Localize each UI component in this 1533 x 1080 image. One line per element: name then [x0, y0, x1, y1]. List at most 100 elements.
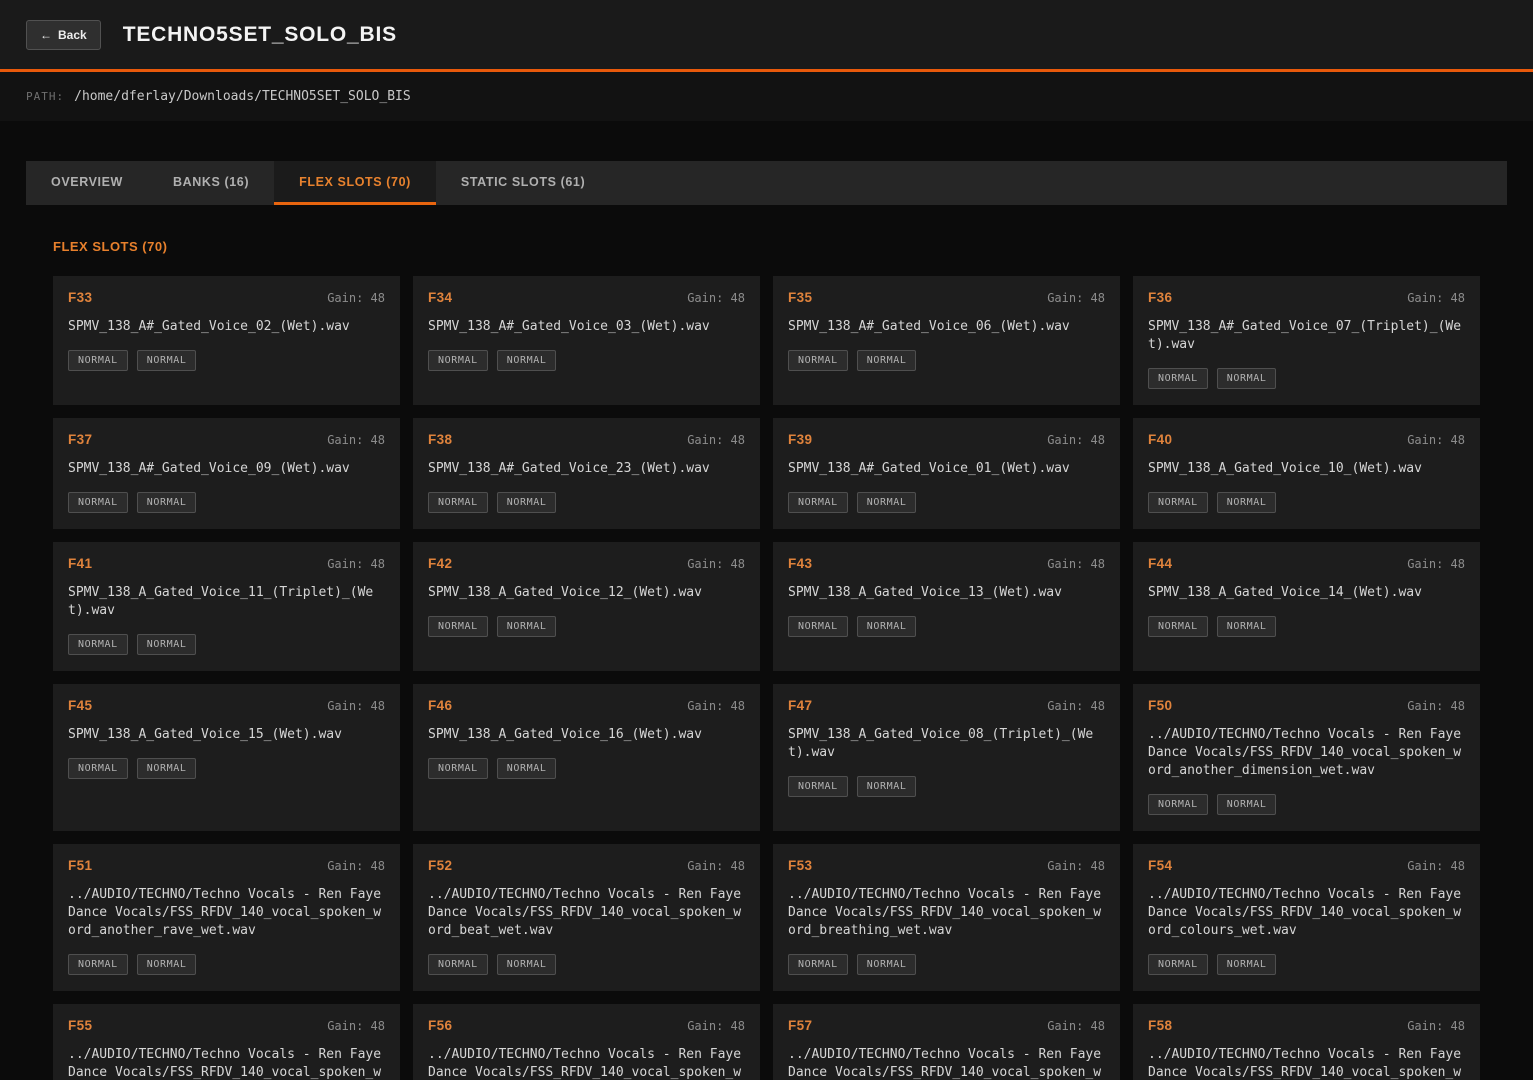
slot-filename: SPMV_138_A_Gated_Voice_10_(Wet).wav [1148, 460, 1465, 478]
flex-slot-card[interactable]: F35 Gain: 48 SPMV_138_A#_Gated_Voice_06_… [773, 276, 1120, 405]
flex-slot-card[interactable]: F55 Gain: 48 ../AUDIO/TECHNO/Techno Voca… [53, 1004, 400, 1080]
normal-badge: NORMAL [68, 954, 128, 975]
flex-slot-card[interactable]: F57 Gain: 48 ../AUDIO/TECHNO/Techno Voca… [773, 1004, 1120, 1080]
slot-id: F56 [428, 1018, 452, 1033]
slot-gain: Gain: 48 [327, 859, 385, 873]
flex-slot-card[interactable]: F51 Gain: 48 ../AUDIO/TECHNO/Techno Voca… [53, 844, 400, 991]
flex-slot-card[interactable]: F54 Gain: 48 ../AUDIO/TECHNO/Techno Voca… [1133, 844, 1480, 991]
slot-id: F47 [788, 698, 812, 713]
flex-slot-card[interactable]: F38 Gain: 48 SPMV_138_A#_Gated_Voice_23_… [413, 418, 760, 529]
slot-filename: SPMV_138_A_Gated_Voice_14_(Wet).wav [1148, 584, 1465, 602]
normal-badge: NORMAL [497, 954, 557, 975]
normal-badge: NORMAL [788, 776, 848, 797]
slot-filename: SPMV_138_A#_Gated_Voice_23_(Wet).wav [428, 460, 745, 478]
normal-badge: NORMAL [428, 954, 488, 975]
slot-filename: SPMV_138_A_Gated_Voice_13_(Wet).wav [788, 584, 1105, 602]
flex-slot-card[interactable]: F36 Gain: 48 SPMV_138_A#_Gated_Voice_07_… [1133, 276, 1480, 405]
slot-id: F41 [68, 556, 92, 571]
flex-slot-card[interactable]: F44 Gain: 48 SPMV_138_A_Gated_Voice_14_(… [1133, 542, 1480, 671]
normal-badge: NORMAL [68, 350, 128, 371]
slot-card-header: F50 Gain: 48 [1148, 698, 1465, 713]
slot-id: F44 [1148, 556, 1172, 571]
flex-slot-card[interactable]: F42 Gain: 48 SPMV_138_A_Gated_Voice_12_(… [413, 542, 760, 671]
normal-badge: NORMAL [137, 954, 197, 975]
slot-card-header: F57 Gain: 48 [788, 1018, 1105, 1033]
normal-badge: NORMAL [788, 616, 848, 637]
slot-badges: NORMAL NORMAL [788, 954, 1105, 975]
slot-badges: NORMALNORMAL [428, 758, 745, 779]
slot-gain: Gain: 48 [1047, 291, 1105, 305]
slot-badges: NORMALNORMAL [788, 776, 1105, 797]
slot-id: F53 [788, 858, 812, 873]
flex-slot-card[interactable]: F37 Gain: 48 SPMV_138_A#_Gated_Voice_09_… [53, 418, 400, 529]
slot-filename: ../AUDIO/TECHNO/Techno Vocals - Ren Faye… [1148, 1046, 1465, 1080]
tab-static-slots-61[interactable]: STATIC SLOTS (61) [436, 161, 610, 205]
tab-overview[interactable]: OVERVIEW [26, 161, 148, 205]
flex-slot-card[interactable]: F56 Gain: 48 ../AUDIO/TECHNO/Techno Voca… [413, 1004, 760, 1080]
slot-filename: SPMV_138_A#_Gated_Voice_07_(Triplet)_(We… [1148, 318, 1465, 354]
slot-card-header: F58 Gain: 48 [1148, 1018, 1465, 1033]
slot-badges: NORMAL NORMAL [68, 954, 385, 975]
tabbar: OVERVIEW BANKS (16) FLEX SLOTS (70) STAT… [26, 161, 1507, 205]
normal-badge: NORMAL [137, 492, 197, 513]
flex-slot-card[interactable]: F58 Gain: 48 ../AUDIO/TECHNO/Techno Voca… [1133, 1004, 1480, 1080]
slot-badges: NORMALNORMAL [1148, 368, 1465, 389]
normal-badge: NORMAL [68, 492, 128, 513]
slot-card-header: F56 Gain: 48 [428, 1018, 745, 1033]
slot-id: F46 [428, 698, 452, 713]
flex-slot-card[interactable]: F53 Gain: 48 ../AUDIO/TECHNO/Techno Voca… [773, 844, 1120, 991]
normal-badge: NORMAL [1217, 492, 1277, 513]
slot-id: F58 [1148, 1018, 1172, 1033]
slot-filename: SPMV_138_A_Gated_Voice_11_(Triplet)_(Wet… [68, 584, 385, 620]
normal-badge: NORMAL [428, 758, 488, 779]
flex-slot-card[interactable]: F39 Gain: 48 SPMV_138_A#_Gated_Voice_01_… [773, 418, 1120, 529]
slot-card-header: F46 Gain: 48 [428, 698, 745, 713]
slot-card-header: F36 Gain: 48 [1148, 290, 1465, 305]
normal-badge: NORMAL [497, 616, 557, 637]
page-title: TECHNO5SET_SOLO_BIS [123, 23, 397, 47]
slot-id: F57 [788, 1018, 812, 1033]
flex-slot-card[interactable]: F43 Gain: 48 SPMV_138_A_Gated_Voice_13_(… [773, 542, 1120, 671]
normal-badge: NORMAL [857, 954, 917, 975]
flex-slots-section: FLEX SLOTS (70) F33 Gain: 48 SPMV_138_A#… [26, 239, 1507, 1080]
slot-filename: SPMV_138_A#_Gated_Voice_02_(Wet).wav [68, 318, 385, 336]
flex-slot-card[interactable]: F52 Gain: 48 ../AUDIO/TECHNO/Techno Voca… [413, 844, 760, 991]
app-header: ← Back TECHNO5SET_SOLO_BIS [0, 0, 1533, 72]
slot-filename: ../AUDIO/TECHNO/Techno Vocals - Ren Faye… [1148, 726, 1465, 780]
tab-banks-16[interactable]: BANKS (16) [148, 161, 274, 205]
flex-slot-card[interactable]: F34 Gain: 48 SPMV_138_A#_Gated_Voice_03_… [413, 276, 760, 405]
flex-slot-card[interactable]: F33 Gain: 48 SPMV_138_A#_Gated_Voice_02_… [53, 276, 400, 405]
slot-card-header: F34 Gain: 48 [428, 290, 745, 305]
slot-badges: NORMAL NORMAL [68, 492, 385, 513]
tab-flex-slots-70[interactable]: FLEX SLOTS (70) [274, 161, 436, 205]
flex-slot-card[interactable]: F40 Gain: 48 SPMV_138_A_Gated_Voice_10_(… [1133, 418, 1480, 529]
slot-badges: NORMALNORMAL [788, 492, 1105, 513]
back-button-label: Back [58, 28, 87, 42]
flex-slot-card[interactable]: F45 Gain: 48 SPMV_138_A_Gated_Voice_15_(… [53, 684, 400, 831]
slot-filename: ../AUDIO/TECHNO/Techno Vocals - Ren Faye… [428, 886, 745, 940]
flex-slot-card[interactable]: F50 Gain: 48 ../AUDIO/TECHNO/Techno Voca… [1133, 684, 1480, 831]
slot-gain: Gain: 48 [1047, 699, 1105, 713]
normal-badge: NORMAL [788, 954, 848, 975]
slot-id: F43 [788, 556, 812, 571]
slot-id: F42 [428, 556, 452, 571]
slot-gain: Gain: 48 [1407, 699, 1465, 713]
flex-slot-card[interactable]: F46 Gain: 48 SPMV_138_A_Gated_Voice_16_(… [413, 684, 760, 831]
back-button[interactable]: ← Back [26, 20, 101, 50]
slot-filename: ../AUDIO/TECHNO/Techno Vocals - Ren Faye… [1148, 886, 1465, 940]
flex-slot-card[interactable]: F41 Gain: 48 SPMV_138_A_Gated_Voice_11_(… [53, 542, 400, 671]
slot-gain: Gain: 48 [327, 1019, 385, 1033]
slot-card-header: F52 Gain: 48 [428, 858, 745, 873]
slot-id: F39 [788, 432, 812, 447]
flex-slot-card[interactable]: F47 Gain: 48 SPMV_138_A_Gated_Voice_08_(… [773, 684, 1120, 831]
slot-gain: Gain: 48 [1407, 433, 1465, 447]
slot-filename: SPMV_138_A_Gated_Voice_16_(Wet).wav [428, 726, 745, 744]
normal-badge: NORMAL [497, 492, 557, 513]
slot-badges: NORMALNORMAL [788, 350, 1105, 371]
slot-filename: SPMV_138_A#_Gated_Voice_03_(Wet).wav [428, 318, 745, 336]
slot-card-header: F41 Gain: 48 [68, 556, 385, 571]
normal-badge: NORMAL [1217, 616, 1277, 637]
slot-gain: Gain: 48 [1047, 1019, 1105, 1033]
normal-badge: NORMAL [428, 350, 488, 371]
slot-badges: NORMALNORMAL [788, 616, 1105, 637]
